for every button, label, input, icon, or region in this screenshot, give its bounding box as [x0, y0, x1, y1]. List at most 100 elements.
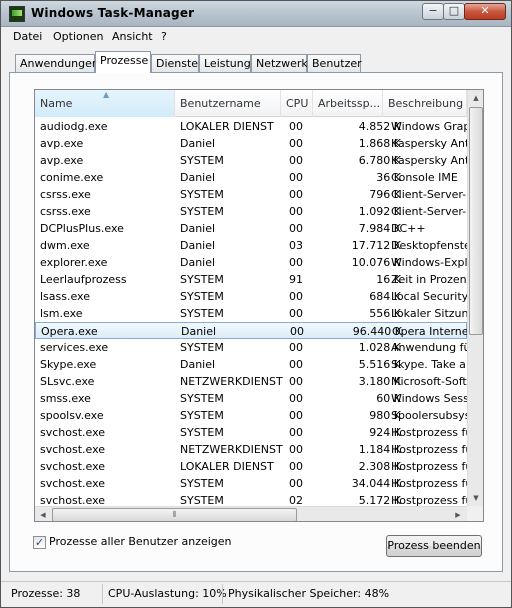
process-description: DC++ — [391, 222, 426, 235]
process-user: LOKALER DIENST — [180, 460, 274, 473]
scroll-down-arrow-icon[interactable]: ▼ — [468, 490, 483, 506]
table-row[interactable]: avp.exe Daniel 00 1.868 KKaspersky Anti-V — [35, 135, 471, 152]
process-name: avp.exe — [40, 137, 84, 150]
column-header-name[interactable]: ▲ Name — [35, 90, 175, 117]
process-name: explorer.exe — [40, 256, 108, 269]
column-header-user[interactable]: Benutzername — [175, 90, 281, 117]
process-description: Microsoft-Softw — [391, 375, 471, 388]
vertical-scrollbar[interactable]: ▲ ▼ — [467, 90, 483, 507]
process-cpu: 00 — [289, 188, 303, 201]
table-row[interactable]: Opera.exe Daniel 00 96.440 K Opera Internet … — [35, 322, 472, 339]
tab-processes[interactable]: Prozesse — [95, 51, 151, 73]
process-user: SYSTEM — [180, 426, 224, 439]
process-user: SYSTEM — [180, 307, 224, 320]
horizontal-scroll-thumb[interactable]: ⦀ — [52, 508, 297, 521]
title-bar[interactable]: Windows Task-Manager − □ ✕ — [1, 1, 511, 27]
status-memory-usage: Physikalischer Speicher: 48% — [228, 587, 390, 600]
process-name: avp.exe — [40, 154, 84, 167]
table-row[interactable]: avp.exe SYSTEM 00 6.780 KKaspersky Anti-V — [35, 152, 471, 169]
process-cpu: 00 — [289, 205, 303, 218]
process-user: Daniel — [180, 358, 216, 371]
table-row[interactable]: SLsvc.exe NETZWERKDIENST 00 3.180 K Microsof… — [35, 373, 471, 390]
process-description: Client-Server-La — [391, 188, 471, 201]
scroll-right-arrow-icon[interactable]: ▶ — [450, 507, 466, 521]
show-all-users-checkbox[interactable]: ✓ — [33, 536, 46, 549]
table-row[interactable]: lsass.exe SYSTEM 00 684 KLocal Security Au — [35, 288, 471, 305]
process-name: conime.exe — [40, 171, 104, 184]
vertical-scroll-thumb[interactable] — [469, 107, 483, 335]
table-row[interactable]: services.exe SYSTEM 00 1.028 K Anwendung für — [35, 339, 471, 356]
process-name: audiodg.exe — [40, 120, 108, 133]
menu-view[interactable]: Ansicht — [112, 30, 153, 43]
process-description: Opera Internet B — [392, 325, 472, 338]
scroll-up-arrow-icon[interactable]: ▲ — [468, 90, 483, 106]
menu-bar: Datei Optionen Ansicht ? — [1, 27, 511, 47]
table-row[interactable]: audiodg.exe LOKALER DIENST 00 4.852 K Window… — [35, 118, 471, 135]
process-description: Windows Session — [391, 392, 471, 405]
sort-ascending-icon: ▲ — [103, 90, 110, 99]
tab-users[interactable]: Benutzer — [307, 54, 362, 73]
process-user: Daniel — [180, 222, 216, 235]
process-cpu: 00 — [289, 426, 303, 439]
process-cpu: 91 — [289, 273, 303, 286]
horizontal-scrollbar[interactable]: ◀ ⦀ ▶ — [35, 506, 467, 521]
process-description: Skype. Take a d — [391, 358, 471, 371]
process-cpu: 00 — [289, 460, 303, 473]
table-row[interactable]: csrss.exe SYSTEM 00 796 K Client-Server-La — [35, 186, 471, 203]
menu-options[interactable]: Optionen — [53, 30, 103, 43]
menu-file[interactable]: Datei — [13, 30, 42, 43]
process-memory: 684 K — [369, 290, 401, 303]
table-row[interactable]: svchost.exe SYSTEM 00 34.044 K Hostprozess f… — [35, 475, 471, 492]
menu-help[interactable]: ? — [161, 30, 167, 43]
table-row[interactable]: svchost.exe LOKALER DIENST 00 2.308 K Hostpr… — [35, 458, 471, 475]
tab-performance[interactable]: Leistung — [199, 54, 251, 73]
column-header-cpu[interactable]: CPU — [281, 90, 313, 117]
table-row[interactable]: dwm.exe Daniel 03 17.712 K Desktopfenster- — [35, 237, 471, 254]
tab-services[interactable]: Dienste — [151, 54, 199, 73]
table-row[interactable]: svchost.exe SYSTEM 00 924 K Hostprozess für — [35, 424, 471, 441]
process-name: svchost.exe — [40, 477, 106, 490]
process-user: NETZWERKDIENST — [180, 375, 283, 388]
process-memory: 980 K — [369, 409, 401, 422]
process-memory: 10.076 K — [351, 256, 401, 269]
table-row[interactable]: Skype.exe Daniel 00 5.516 K Skype. Take a d — [35, 356, 471, 373]
table-row[interactable]: DCPlusPlus.exe Daniel 00 7.984 K DC++ — [35, 220, 467, 237]
process-memory: 6.780 K — [358, 154, 401, 167]
table-row[interactable]: Leerlaufprozess SYSTEM 91 16 K Zeit in Proze… — [35, 271, 471, 288]
end-process-button[interactable]: Prozess beenden — [386, 535, 482, 557]
column-header: ▲ Name Benutzername CPU Arbeitssp... Bes… — [35, 90, 467, 117]
process-user: Daniel — [180, 137, 216, 150]
column-header-memory[interactable]: Arbeitssp... — [313, 90, 383, 117]
maximize-button[interactable]: □ — [443, 3, 465, 20]
process-cpu: 00 — [289, 120, 303, 133]
process-description: Kaspersky Anti-V — [391, 154, 471, 167]
close-button[interactable]: ✕ — [464, 3, 506, 20]
process-cpu: 00 — [289, 443, 303, 456]
process-description: Console IME — [391, 171, 458, 184]
process-memory: 16 K — [376, 273, 401, 286]
tab-applications[interactable]: Anwendungen — [15, 54, 99, 73]
table-row[interactable]: spoolsv.exe SYSTEM 00 980 KSpoolersubsyste — [35, 407, 471, 424]
table-row[interactable]: svchost.exe NETZWERKDIENST 00 1.184 K Hostpr… — [35, 441, 471, 458]
column-header-description[interactable]: Beschreibung — [383, 90, 467, 117]
process-user: SYSTEM — [180, 409, 224, 422]
process-list[interactable]: ▲ Name Benutzername CPU Arbeitssp... Bes… — [34, 89, 484, 522]
process-memory: 924 K — [369, 426, 401, 439]
process-memory: 7.984 K — [358, 222, 401, 235]
table-row[interactable]: lsm.exe SYSTEM 00 556 KLokaler Sitzungs — [35, 305, 471, 322]
process-description: Zeit in Prozent, c — [391, 273, 471, 286]
status-divider — [222, 584, 223, 604]
table-row[interactable]: csrss.exe SYSTEM 00 1.092 K Client-Server-La — [35, 203, 471, 220]
scroll-left-arrow-icon[interactable]: ◀ — [35, 507, 51, 521]
tab-network[interactable]: Netzwerk — [251, 54, 308, 73]
process-name: lsass.exe — [40, 290, 90, 303]
table-row[interactable]: smss.exe SYSTEM 00 60 KWindows Session — [35, 390, 471, 407]
table-row[interactable]: conime.exe Daniel 00 36 K Console IME — [35, 169, 467, 186]
minimize-button[interactable]: − — [422, 3, 444, 20]
process-name: csrss.exe — [40, 205, 91, 218]
process-description: Hostprozess für — [391, 426, 471, 439]
process-memory: 1.868 K — [358, 137, 401, 150]
scroll-corner — [467, 506, 483, 521]
table-row[interactable]: explorer.exe Daniel 00 10.076 K Windows-Expl… — [35, 254, 471, 271]
process-memory: 96.440 K — [352, 325, 402, 338]
